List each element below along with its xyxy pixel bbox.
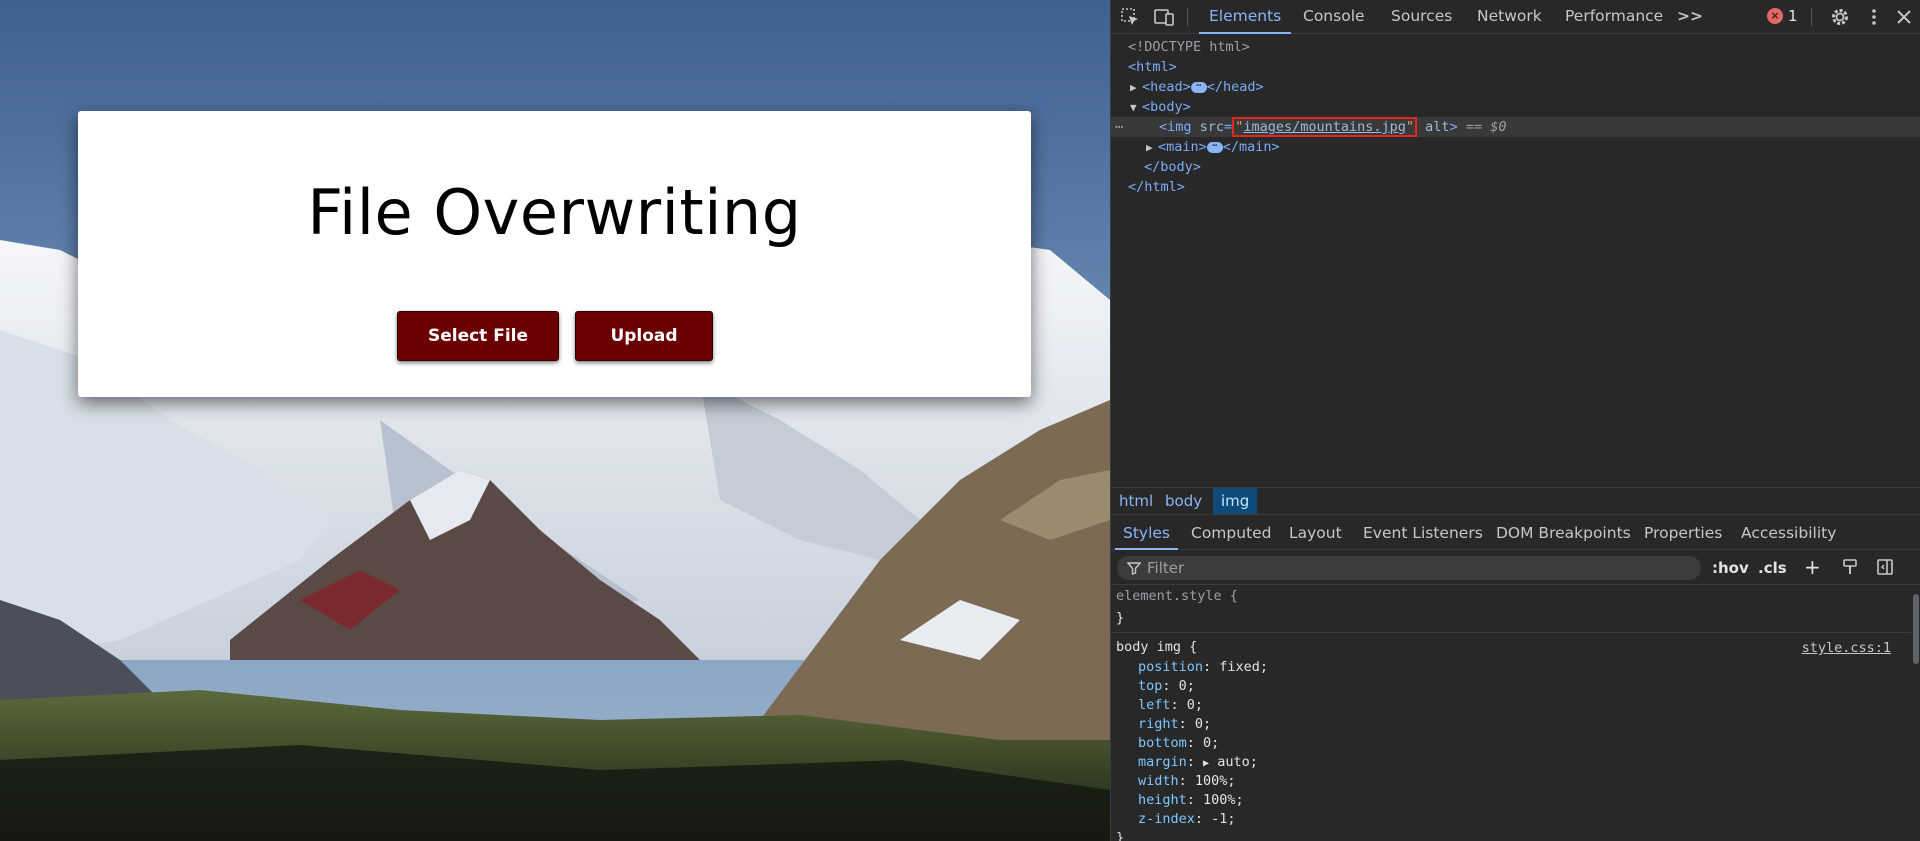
- tab-event-listeners[interactable]: Event Listeners: [1363, 516, 1483, 550]
- declaration-margin[interactable]: margin: ▶ auto;: [1138, 753, 1258, 772]
- expand-triangle-icon[interactable]: ▶: [1130, 78, 1142, 98]
- dom-line-body-close[interactable]: </body>: [1111, 157, 1920, 177]
- settings-gear-icon[interactable]: [1829, 6, 1851, 28]
- dom-line-head[interactable]: ▶ <head> ⋯ </head>: [1111, 77, 1920, 97]
- styles-sub-tabs: Styles Computed Layout Event Listeners D…: [1111, 516, 1920, 550]
- toggle-sidebar-icon[interactable]: [1876, 558, 1894, 580]
- breadcrumb: html body img: [1111, 487, 1920, 515]
- img-src-highlight[interactable]: "images/mountains.jpg": [1232, 117, 1418, 137]
- filter-icon: [1127, 562, 1141, 575]
- tab-elements[interactable]: Elements: [1198, 0, 1292, 34]
- error-icon[interactable]: ×: [1767, 8, 1783, 24]
- close-icon[interactable]: [1893, 6, 1915, 28]
- tab-layout[interactable]: Layout: [1289, 516, 1342, 550]
- class-toggle[interactable]: .cls: [1758, 559, 1787, 577]
- element-style-selector[interactable]: element.style {: [1116, 587, 1238, 606]
- select-file-button[interactable]: Select File: [397, 311, 559, 361]
- error-count[interactable]: 1: [1788, 7, 1798, 25]
- dom-line-doctype[interactable]: <!DOCTYPE html>: [1111, 37, 1920, 57]
- rule-selector[interactable]: body img {: [1116, 638, 1197, 657]
- breadcrumb-html[interactable]: html: [1111, 488, 1161, 514]
- devtools-panel: Elements Console Sources Network Perform…: [1110, 0, 1920, 841]
- ellipsis-icon[interactable]: ⋯: [1206, 141, 1223, 153]
- stylesheet-link[interactable]: style.css:1: [1802, 640, 1891, 656]
- breadcrumb-body[interactable]: body: [1157, 488, 1210, 514]
- device-toolbar-icon[interactable]: [1153, 6, 1175, 28]
- styles-scrollbar[interactable]: [1911, 586, 1920, 841]
- tab-network[interactable]: Network: [1477, 0, 1542, 34]
- dom-tree: <!DOCTYPE html> <html> ▶ <head> ⋯ </head> ▼…: [1111, 35, 1920, 487]
- more-options-icon[interactable]: [1863, 6, 1885, 28]
- declaration-position[interactable]: position: fixed;: [1138, 658, 1268, 677]
- declaration-top[interactable]: top: 0;: [1138, 677, 1195, 696]
- filter-input[interactable]: Filter: [1117, 556, 1701, 580]
- scrollbar-thumb[interactable]: [1913, 594, 1919, 664]
- declaration-right[interactable]: right: 0;: [1138, 715, 1211, 734]
- element-style-close: }: [1116, 610, 1125, 626]
- upload-card: File Overwriting Select File Upload: [78, 111, 1031, 397]
- inspect-element-icon[interactable]: [1119, 6, 1141, 28]
- tab-computed[interactable]: Computed: [1191, 516, 1272, 550]
- tab-properties[interactable]: Properties: [1644, 516, 1722, 550]
- page-title: File Overwriting: [307, 176, 802, 249]
- devtools-toolbar: Elements Console Sources Network Perform…: [1111, 0, 1920, 34]
- paint-brush-icon[interactable]: [1841, 558, 1859, 580]
- breadcrumb-img[interactable]: img: [1213, 488, 1258, 514]
- declaration-z-index[interactable]: z-index: -1;: [1138, 810, 1236, 829]
- declaration-width[interactable]: width: 100%;: [1138, 772, 1236, 791]
- more-actions-icon[interactable]: ⋯: [1115, 117, 1159, 137]
- dom-line-html[interactable]: <html>: [1111, 57, 1920, 77]
- tab-sources[interactable]: Sources: [1391, 0, 1452, 34]
- collapse-triangle-icon[interactable]: ▼: [1130, 98, 1142, 118]
- more-tabs-button[interactable]: >>: [1677, 0, 1703, 34]
- page-viewport: File Overwriting Select File Upload: [0, 0, 1110, 841]
- declaration-bottom[interactable]: bottom: 0;: [1138, 734, 1219, 753]
- declaration-height[interactable]: height: 100%;: [1138, 791, 1244, 810]
- tab-console[interactable]: Console: [1303, 0, 1365, 34]
- dom-line-main[interactable]: ▶ <main> ⋯ </main>: [1111, 137, 1920, 157]
- styles-pane: element.style { } body img { style.css:1…: [1111, 586, 1911, 841]
- tab-styles[interactable]: Styles: [1114, 516, 1179, 550]
- hover-state-toggle[interactable]: :hov: [1712, 559, 1749, 577]
- ellipsis-icon[interactable]: ⋯: [1190, 81, 1207, 93]
- declaration-left[interactable]: left: 0;: [1138, 696, 1203, 715]
- expand-triangle-icon[interactable]: ▶: [1203, 758, 1209, 769]
- styles-filter-row: Filter :hov .cls +: [1111, 551, 1920, 585]
- upload-button[interactable]: Upload: [575, 311, 713, 361]
- tab-accessibility[interactable]: Accessibility: [1741, 516, 1836, 550]
- new-style-rule-icon[interactable]: +: [1804, 555, 1821, 579]
- expand-triangle-icon[interactable]: ▶: [1146, 138, 1158, 158]
- dom-line-img-selected[interactable]: ⋯ <img src= "images/mountains.jpg" alt> ==…: [1111, 117, 1920, 137]
- dom-line-body[interactable]: ▼ <body>: [1111, 97, 1920, 117]
- tab-performance[interactable]: Performance: [1565, 0, 1663, 34]
- rule-close: }: [1116, 830, 1125, 841]
- dom-line-html-close[interactable]: </html>: [1111, 177, 1920, 197]
- tab-dom-breakpoints[interactable]: DOM Breakpoints: [1496, 516, 1631, 550]
